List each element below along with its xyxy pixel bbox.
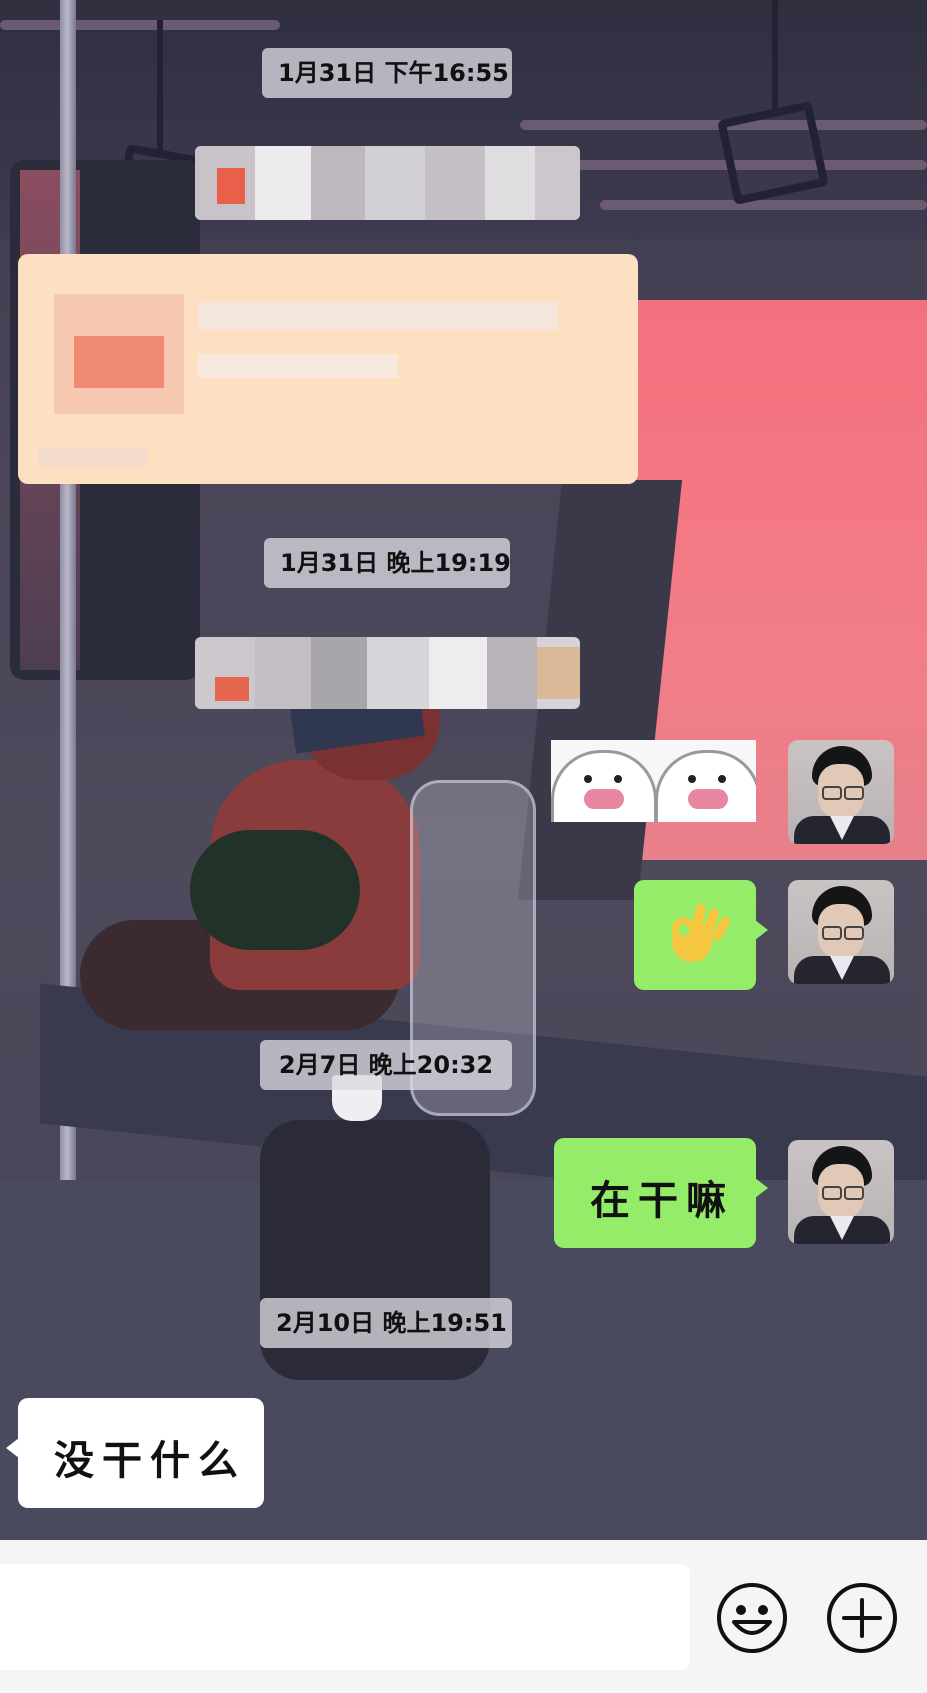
chat-screen: 1月31日 下午16:55 1月31日 晚上19:19 2月7日 晚上20:32…	[0, 0, 927, 1693]
input-bar	[0, 1540, 927, 1693]
my-avatar[interactable]	[788, 740, 894, 844]
timestamp: 2月10日 晚上19:51	[260, 1298, 512, 1348]
bg-plant	[190, 830, 360, 950]
sticker-blob	[551, 750, 657, 822]
message-input[interactable]	[0, 1564, 690, 1670]
bg-rail	[600, 200, 927, 210]
bg-rail	[0, 20, 280, 30]
my-avatar[interactable]	[788, 1140, 894, 1244]
timestamp: 2月7日 晚上20:32	[260, 1040, 512, 1090]
bg-handle-strap	[157, 20, 163, 150]
received-text-bubble[interactable]: 没干什么	[6, 1398, 264, 1508]
sticker-blob	[655, 750, 756, 822]
smiley-face-icon	[717, 1583, 787, 1653]
emoji-button[interactable]	[716, 1582, 788, 1654]
more-button[interactable]	[826, 1582, 898, 1654]
sent-emoji-bubble[interactable]	[634, 880, 768, 990]
message-text: 在干嘛	[590, 1178, 734, 1224]
sent-sticker-message[interactable]	[551, 740, 756, 822]
ok-hand-emoji-icon	[671, 904, 730, 962]
timestamp: 1月31日 下午16:55	[262, 48, 512, 98]
bg-handle-strap	[772, 0, 778, 110]
message-text: 没干什么	[54, 1438, 246, 1484]
my-avatar[interactable]	[788, 880, 894, 984]
redacted-message	[195, 637, 580, 709]
timestamp: 1月31日 晚上19:19	[264, 538, 511, 588]
sent-text-bubble[interactable]: 在干嘛	[554, 1138, 768, 1248]
redacted-message	[195, 146, 580, 220]
plus-circle-icon	[827, 1583, 897, 1653]
redacted-card-message	[18, 254, 638, 484]
